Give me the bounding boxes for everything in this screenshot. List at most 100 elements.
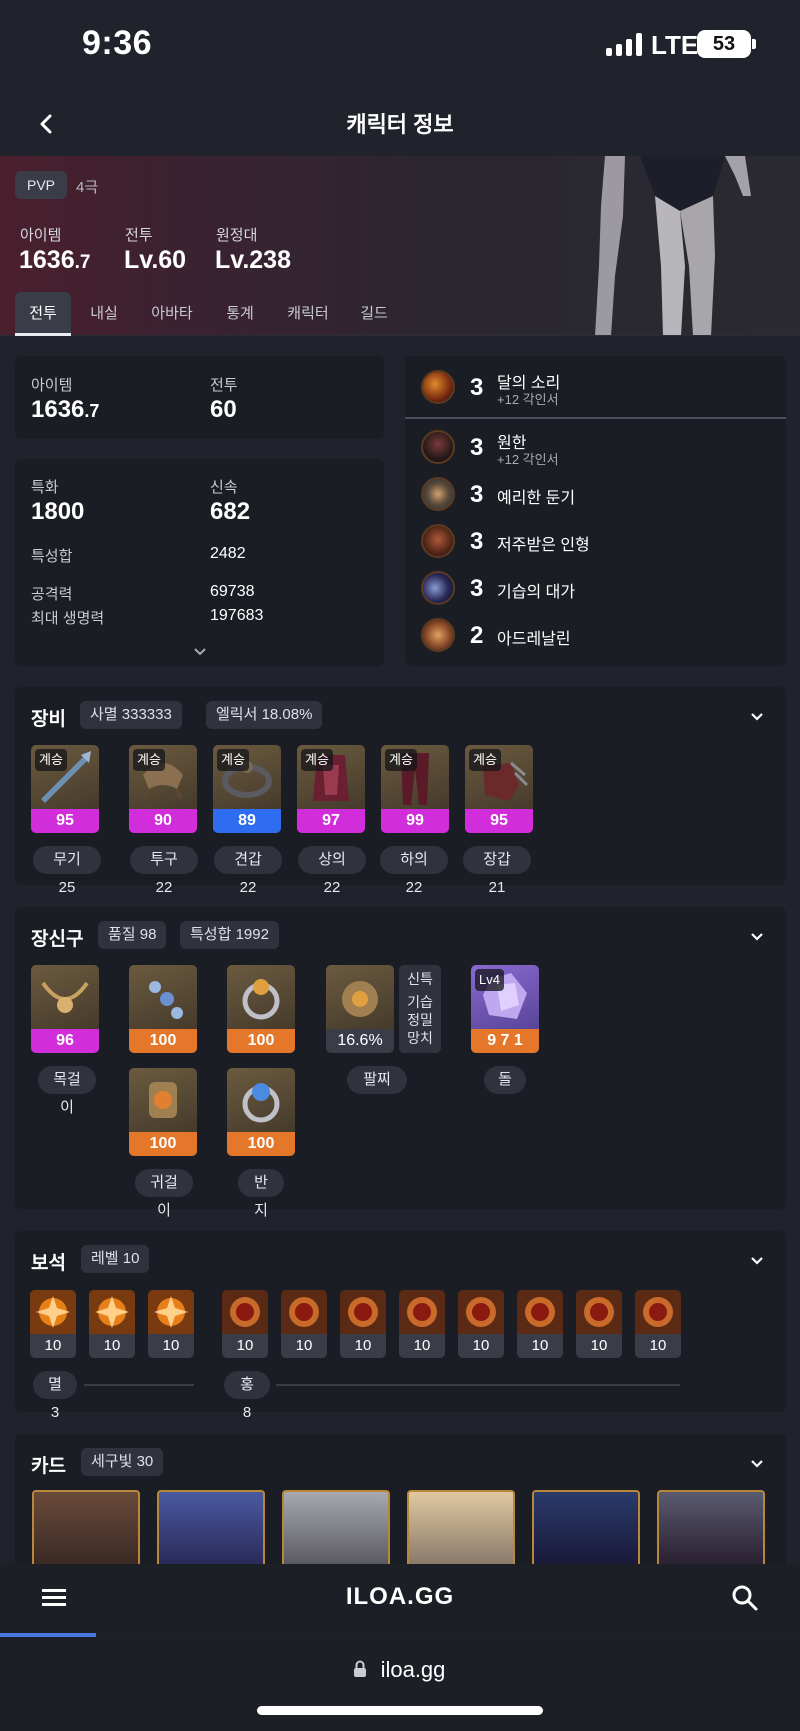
engravings-panel — [405, 356, 786, 666]
card-4[interactable] — [407, 1490, 515, 1564]
card-5[interactable] — [532, 1490, 640, 1564]
equipment-weapon[interactable]: 계승 95 — [31, 745, 99, 833]
attack-label: 공격력 — [31, 586, 73, 603]
gem-crimson[interactable]: 10 — [340, 1290, 386, 1358]
accessory-ring-1[interactable]: 100 — [227, 965, 295, 1053]
cards-title: 카드 — [31, 1456, 66, 1477]
summary-combat-label: 전투 — [210, 377, 238, 394]
engraving-sub: +12 각인서 — [497, 392, 559, 407]
quality-bar: 100 — [227, 1029, 295, 1053]
earring-label: 귀걸이 — [135, 1169, 193, 1219]
browser-url-bar[interactable] — [0, 1637, 800, 1731]
equipment-pants[interactable]: 계승 99 — [381, 745, 449, 833]
gem-destruction[interactable]: 10 — [30, 1290, 76, 1358]
card-2[interactable] — [157, 1490, 265, 1564]
bracelet-label: 팔찌 — [347, 1066, 407, 1094]
tab-bar: 전투 내실 아바타 통계 캐릭터 길드 — [0, 292, 800, 336]
destruction-gem-icon — [89, 1290, 135, 1334]
gem-destruction[interactable]: 10 — [89, 1290, 135, 1358]
quality-bar: 95 — [31, 809, 99, 833]
succession-tag: 계승 — [301, 749, 333, 771]
stone-value: 9 7 1 — [471, 1029, 539, 1053]
tab-stats[interactable]: 통계 — [218, 292, 262, 336]
engraving-level: 3 — [470, 528, 484, 555]
earring-icon — [149, 981, 183, 1019]
equipment-label: 투구 22 — [130, 846, 198, 896]
site-logo[interactable]: ILOA.GG — [0, 1583, 800, 1611]
accessories-stat-chip: 특성합 1992 — [180, 921, 279, 949]
gem-crimson[interactable]: 10 — [517, 1290, 563, 1358]
engraving-divider — [405, 417, 786, 419]
destruction-gem-icon — [30, 1290, 76, 1334]
equipment-label: 하의 22 — [380, 846, 448, 896]
adrenaline-icon — [421, 618, 455, 652]
necklace-icon — [41, 981, 89, 1013]
accessory-bracelet[interactable]: 16.6% — [326, 965, 394, 1053]
tab-character[interactable]: 캐릭터 — [280, 292, 336, 336]
succession-tag: 계승 — [385, 749, 417, 771]
gem-crimson[interactable]: 10 — [458, 1290, 504, 1358]
engraving-level: 3 — [470, 374, 484, 401]
gems-collapse-chevron-icon[interactable] — [747, 1250, 767, 1270]
gem-crimson[interactable]: 10 — [399, 1290, 445, 1358]
stone-level-tag: Lv4 — [475, 969, 504, 991]
succession-tag: 계승 — [35, 749, 67, 771]
engraving-sub: +12 각인서 — [497, 452, 559, 467]
equipment-collapse-chevron-icon[interactable] — [747, 706, 767, 726]
accessory-earring-2[interactable]: 100 — [129, 1068, 197, 1156]
bracelet-effect: 기습 — [407, 994, 433, 1010]
quality-bar: 89 — [213, 809, 281, 833]
quality-bar: 95 — [465, 809, 533, 833]
engraving-level: 2 — [470, 622, 484, 649]
search-icon[interactable] — [730, 1583, 760, 1613]
summary-item-label: 아이템 — [31, 377, 73, 394]
equipment-helmet[interactable]: 계승 90 — [129, 745, 197, 833]
gems-level-chip: 레벨 10 — [81, 1245, 150, 1273]
destruction-gem-icon — [148, 1290, 194, 1334]
bracelet-effect: 신특 — [407, 971, 433, 987]
equipment-shoulder[interactable]: 계승 89 — [213, 745, 281, 833]
tab-combat[interactable]: 전투 — [15, 292, 71, 336]
crimson-gem-icon — [635, 1290, 681, 1334]
accessory-ring-2[interactable]: 100 — [227, 1068, 295, 1156]
swift-value: 682 — [210, 498, 251, 525]
accessory-earring-1[interactable]: 100 — [129, 965, 197, 1053]
gem-crimson[interactable]: 10 — [576, 1290, 622, 1358]
card-6[interactable] — [657, 1490, 765, 1564]
moon-sound-icon — [421, 370, 455, 404]
gem-destruction[interactable]: 10 — [148, 1290, 194, 1358]
equipment-gloves[interactable]: 계승 95 — [465, 745, 533, 833]
card-1[interactable] — [32, 1490, 140, 1564]
accessories-collapse-chevron-icon[interactable] — [747, 926, 767, 946]
gem-crimson[interactable]: 10 — [281, 1290, 327, 1358]
ring-icon — [242, 979, 280, 1020]
hero-item-value: 1636.7 — [19, 246, 91, 274]
accessory-stone[interactable]: Lv4 9 7 1 — [471, 965, 539, 1053]
accessory-necklace[interactable]: 96 — [31, 965, 99, 1053]
expand-stats-chevron-icon[interactable] — [190, 641, 210, 661]
cards-set-chip: 세구빛 30 — [81, 1448, 164, 1476]
battery-tip — [752, 39, 756, 49]
equipment-label: 견갑 22 — [214, 846, 282, 896]
cards-collapse-chevron-icon[interactable] — [747, 1453, 767, 1473]
quality-bar: 100 — [227, 1132, 295, 1156]
attack-value: 69738 — [210, 583, 255, 600]
tab-guild[interactable]: 길드 — [354, 292, 394, 336]
accessories-panel — [15, 907, 786, 1209]
gem-crimson[interactable]: 10 — [635, 1290, 681, 1358]
engraving-name: 예리한 둔기 — [497, 490, 576, 507]
equipment-elixir-chip: 엘릭서 18.08% — [206, 701, 323, 729]
gem-crimson[interactable]: 10 — [222, 1290, 268, 1358]
equipment-label: 장갑 21 — [463, 846, 531, 896]
card-3[interactable] — [282, 1490, 390, 1564]
earring-icon — [149, 1082, 177, 1118]
hero-combat-value: Lv.60 — [124, 246, 187, 274]
equipment-chest[interactable]: 계승 97 — [297, 745, 365, 833]
tab-avatar[interactable]: 아바타 — [144, 292, 200, 336]
tab-inner[interactable]: 내실 — [82, 292, 126, 336]
gems-title: 보석 — [31, 1253, 66, 1274]
accessories-title: 장신구 — [31, 929, 84, 950]
pvp-rank: 4극 — [76, 179, 99, 196]
hp-value: 197683 — [210, 607, 264, 624]
succession-tag: 계승 — [217, 749, 249, 771]
